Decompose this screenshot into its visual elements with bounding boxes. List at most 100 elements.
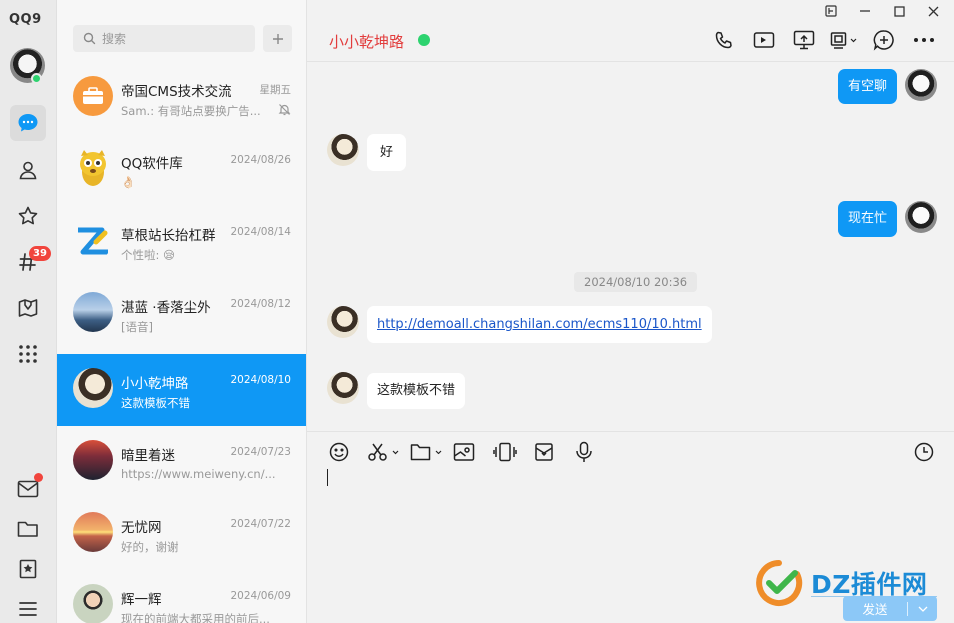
conversation-name: 湛蓝 ·香落尘外 [121, 300, 211, 316]
screenshot-icon[interactable] [367, 441, 399, 463]
maximize-icon[interactable] [882, 2, 916, 20]
chat-title: 小小乾坤路 [329, 33, 405, 51]
plus-icon [272, 33, 283, 44]
message-bubble-received: http://demoall.changshilan.com/ecms110/1… [367, 306, 712, 343]
watermark-logo-icon [756, 560, 803, 606]
message-icon[interactable] [10, 105, 46, 141]
input-toolbar [307, 431, 954, 469]
conversation-item[interactable]: 帝国CMS技术交流 星期五 Sam.: 有哥站点要换广告... [57, 62, 306, 134]
conversation-item[interactable]: 辉一辉 2024/06/09 现在的前端大都采用的前后... [57, 570, 306, 623]
pin-window-icon[interactable] [814, 2, 848, 20]
conversation-preview: 个性啦: 😪 [121, 248, 176, 262]
apps-grid-icon[interactable] [10, 336, 46, 372]
group-avatar [73, 76, 113, 116]
conversation-date: 2024/08/14 [230, 226, 291, 238]
add-button[interactable] [263, 25, 292, 52]
contact-avatar[interactable] [327, 134, 359, 166]
close-icon[interactable] [916, 2, 950, 20]
message-bubble-sent[interactable]: 有空聊 [837, 69, 897, 104]
my-avatar[interactable] [905, 69, 937, 101]
message-timestamp: 2024/08/10 20:36 [574, 272, 698, 292]
conversation-item-active[interactable]: 小小乾坤路 2024/08/10 这款模板不错 [57, 354, 306, 426]
online-status-dot [31, 73, 42, 84]
left-rail: QQ9 39 [0, 0, 57, 623]
text-input-caret[interactable] [327, 469, 328, 486]
conversation-preview: Sam.: 有哥站点要换广告... [121, 104, 261, 118]
remote-control-icon[interactable] [824, 28, 864, 52]
map-icon[interactable] [10, 290, 46, 326]
bookmark-icon[interactable] [10, 551, 46, 587]
conversation-preview: [语音] [121, 320, 153, 334]
conversation-item[interactable]: 湛蓝 ·香落尘外 2024/08/12 [语音] [57, 278, 306, 350]
video-call-icon[interactable] [744, 28, 784, 52]
emoji-icon[interactable] [329, 441, 349, 463]
voice-call-icon[interactable] [704, 28, 744, 52]
minimize-icon[interactable] [848, 2, 882, 20]
red-packet-icon[interactable] [534, 441, 554, 463]
conversation-date: 2024/06/09 [230, 590, 291, 602]
conversation-item[interactable]: 草根站长抬杠群 2024/08/14 个性啦: 😪 [57, 206, 306, 278]
conversation-date: 星期五 [259, 84, 292, 96]
search-icon [83, 32, 96, 45]
conversation-name: 辉一辉 [121, 592, 162, 608]
my-avatar[interactable] [905, 201, 937, 233]
conversation-preview: 👌🏻 [121, 175, 136, 189]
screen-share-icon[interactable] [784, 28, 824, 52]
menu-icon[interactable] [10, 591, 46, 623]
contact-avatar [73, 292, 113, 332]
conversation-name: 暗里着迷 [121, 448, 175, 464]
contact-avatar [73, 368, 113, 408]
conversation-preview: 好的，谢谢 [121, 540, 179, 554]
message-bubble-sent[interactable]: 现在忙 [837, 201, 897, 237]
contact-avatar [73, 584, 113, 623]
folder-icon[interactable] [10, 511, 46, 547]
conversation-preview: https://www.meiweny.cn/... [121, 467, 276, 481]
send-options-chevron-icon[interactable] [908, 606, 937, 612]
mute-bell-icon [278, 104, 291, 116]
conversation-date: 2024/08/12 [230, 298, 291, 310]
conversation-name: 草根站长抬杠群 [121, 228, 216, 244]
conversation-list: 帝国CMS技术交流 星期五 Sam.: 有哥站点要换广告... QQ软件库 20… [57, 0, 307, 623]
conversation-name: QQ软件库 [121, 156, 183, 172]
chat-panel: 小小乾坤路 有空聊 好 现在忙 2024/08/10 20:36 http://… [307, 0, 954, 623]
history-icon[interactable] [914, 441, 934, 463]
send-label: 发送 [862, 602, 888, 617]
conversation-name: 小小乾坤路 [121, 376, 189, 392]
message-bubble-received[interactable]: 好 [367, 134, 407, 171]
conversation-name: 帝国CMS技术交流 [121, 84, 231, 100]
conversation-date: 2024/08/26 [230, 154, 291, 166]
conversation-date: 2024/07/22 [230, 518, 291, 530]
favorites-icon[interactable] [10, 198, 46, 234]
microphone-icon[interactable] [575, 441, 593, 463]
shake-window-icon[interactable] [493, 441, 517, 463]
contacts-icon[interactable] [10, 152, 46, 188]
chat-header: 小小乾坤路 [307, 0, 954, 62]
contact-avatar[interactable] [327, 306, 359, 338]
chat-actions [704, 28, 944, 52]
conversation-item[interactable]: 暗里着迷 2024/07/23 https://www.meiweny.cn/.… [57, 426, 306, 498]
send-button[interactable]: 发送 [843, 596, 937, 621]
conversation-item[interactable]: QQ软件库 2024/08/26 👌🏻 [57, 134, 306, 206]
search-box[interactable] [73, 25, 255, 52]
file-icon[interactable] [410, 441, 442, 463]
group-avatar [73, 148, 113, 188]
app-logo: QQ9 [9, 12, 42, 27]
window-controls [814, 2, 950, 20]
add-member-icon[interactable] [864, 28, 904, 52]
channel-badge: 39 [29, 246, 51, 261]
contact-avatar [73, 440, 113, 480]
more-icon[interactable] [904, 28, 944, 52]
conversation-date: 2024/07/23 [230, 446, 291, 458]
conversation-preview: 这款模板不错 [121, 396, 190, 410]
contact-avatar [73, 512, 113, 552]
conversation-item[interactable]: 无忧网 2024/07/22 好的，谢谢 [57, 498, 306, 570]
conversation-name: 无忧网 [121, 520, 162, 536]
conversation-date: 2024/08/10 [230, 374, 291, 386]
search-input[interactable] [102, 31, 242, 46]
online-status-dot [418, 34, 430, 46]
message-bubble-received[interactable]: 这款模板不错 [367, 373, 466, 409]
group-avatar [73, 220, 113, 260]
contact-avatar[interactable] [327, 372, 359, 404]
image-icon[interactable] [453, 441, 475, 463]
message-link[interactable]: http://demoall.changshilan.com/ecms110/1… [377, 317, 702, 332]
